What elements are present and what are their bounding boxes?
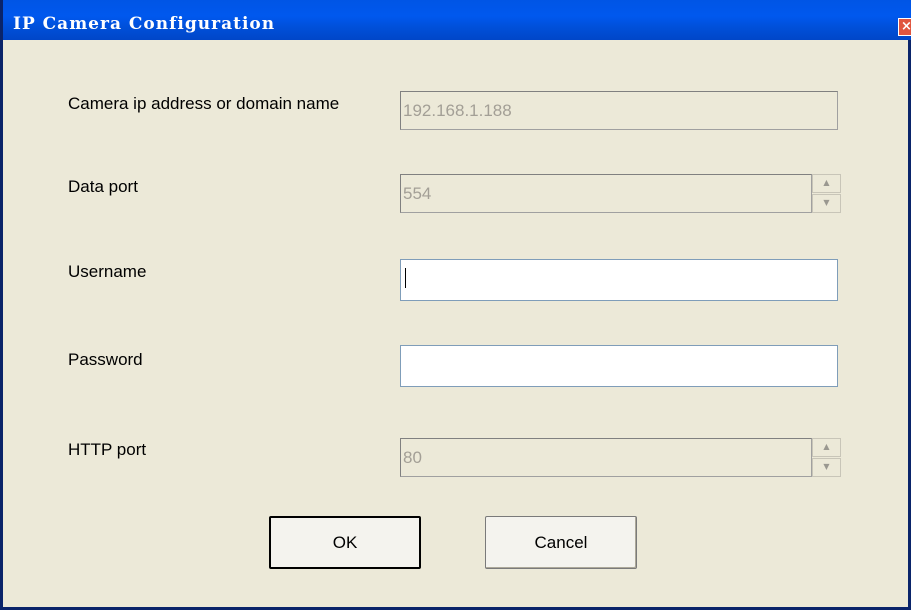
- password-input[interactable]: [400, 345, 838, 387]
- text-caret: [405, 268, 406, 288]
- close-icon[interactable]: ×: [898, 18, 911, 36]
- http-port-label: HTTP port: [68, 440, 147, 459]
- data-port-up-icon[interactable]: ▲: [812, 174, 841, 193]
- username-label: Username: [68, 262, 147, 281]
- http-port-input[interactable]: 80: [400, 438, 812, 477]
- window-title: IP Camera Configuration: [13, 14, 276, 34]
- title-bar[interactable]: IP Camera Configuration ×: [3, 0, 911, 40]
- http-port-down-icon[interactable]: ▼: [812, 458, 841, 477]
- ok-button[interactable]: OK: [269, 516, 421, 569]
- data-port-label: Data port: [68, 177, 138, 196]
- data-port-down-icon[interactable]: ▼: [812, 194, 841, 213]
- ip-address-label: Camera ip address or domain name: [68, 94, 340, 113]
- password-label: Password: [68, 350, 143, 369]
- dialog-window: IP Camera Configuration × Camera ip addr…: [0, 0, 911, 610]
- cancel-button[interactable]: Cancel: [485, 516, 637, 569]
- http-port-up-icon[interactable]: ▲: [812, 438, 841, 457]
- ip-address-input[interactable]: 192.168.1.188: [400, 91, 838, 130]
- data-port-input[interactable]: 554: [400, 174, 812, 213]
- username-input[interactable]: [400, 259, 838, 301]
